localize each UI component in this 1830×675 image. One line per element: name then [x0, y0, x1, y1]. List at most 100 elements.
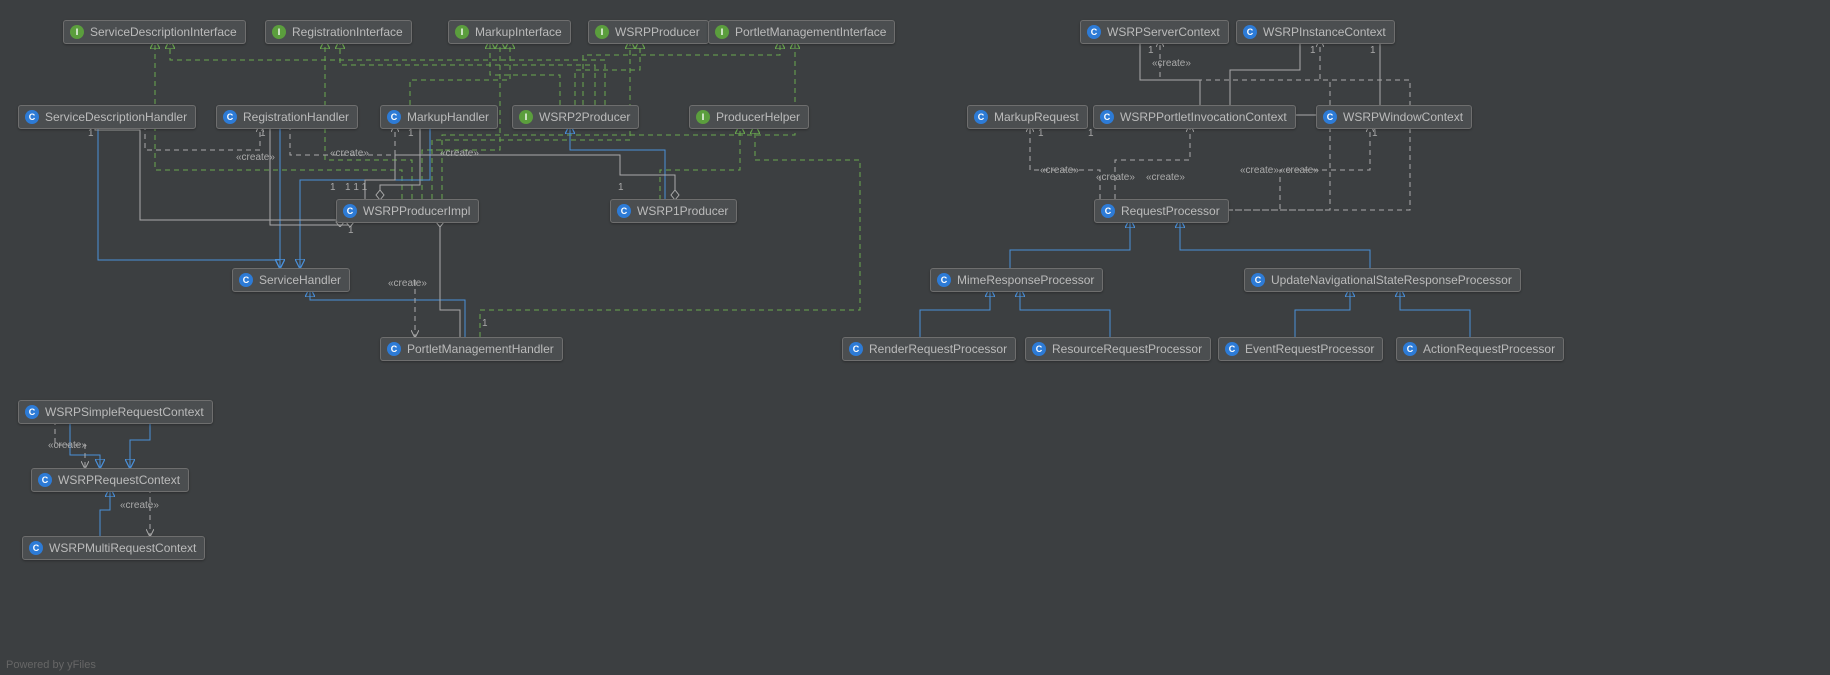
- uml-node-ri[interactable]: I RegistrationInterface: [265, 20, 412, 44]
- interface-icon: I: [715, 25, 729, 39]
- interface-icon: I: [595, 25, 609, 39]
- create-label: «create»: [1096, 172, 1135, 183]
- uml-node-w2p[interactable]: I WSRP2Producer: [512, 105, 639, 129]
- uml-node-label: MarkupInterface: [475, 25, 562, 39]
- uml-node-label: EventRequestProcessor: [1245, 342, 1374, 356]
- uml-node-wsrpp[interactable]: I WSRPProducer: [588, 20, 709, 44]
- create-label: «create»: [1146, 172, 1185, 183]
- uml-node-label: PortletManagementHandler: [407, 342, 554, 356]
- uml-node-wwc[interactable]: C WSRPWindowContext: [1316, 105, 1472, 129]
- uml-node-wpic[interactable]: C WSRPPortletInvocationContext: [1093, 105, 1296, 129]
- uml-node-label: ProducerHelper: [716, 110, 800, 124]
- uml-node-label: ResourceRequestProcessor: [1052, 342, 1202, 356]
- uml-node-wictx[interactable]: C WSRPInstanceContext: [1236, 20, 1395, 44]
- uml-node-label: RequestProcessor: [1121, 204, 1220, 218]
- class-icon: C: [25, 405, 39, 419]
- uml-node-wsctx[interactable]: CWSRPServerContext: [1080, 20, 1229, 44]
- create-label: «create»: [1152, 58, 1191, 69]
- class-icon: C: [1323, 110, 1337, 124]
- uml-node-label: WSRPRequestContext: [58, 473, 180, 487]
- uml-node-label: ServiceDescriptionInterface: [90, 25, 237, 39]
- class-icon: C: [387, 342, 401, 356]
- create-label: «create»: [1040, 165, 1079, 176]
- uml-node-wsrc[interactable]: C WSRPSimpleRequestContext: [18, 400, 213, 424]
- uml-node-mi[interactable]: I MarkupInterface: [448, 20, 571, 44]
- class-icon: C: [1225, 342, 1239, 356]
- uml-node-ph[interactable]: IProducerHelper: [689, 105, 809, 129]
- class-icon: C: [974, 110, 988, 124]
- mult-label: 1: [1148, 45, 1154, 56]
- class-icon: C: [223, 110, 237, 124]
- uml-node-sdi[interactable]: I ServiceDescriptionInterface: [63, 20, 246, 44]
- uml-node-mrp[interactable]: C MimeResponseProcessor: [930, 268, 1103, 292]
- uml-node-label: UpdateNavigationalStateResponseProcessor: [1271, 273, 1512, 287]
- uml-node-pmh[interactable]: C PortletManagementHandler: [380, 337, 563, 361]
- uml-node-unrp[interactable]: C UpdateNavigationalStateResponseProcesso…: [1244, 268, 1521, 292]
- class-icon: C: [38, 473, 52, 487]
- create-label: «create»: [236, 152, 275, 163]
- mult-label: 1: [330, 182, 336, 193]
- interface-icon: I: [455, 25, 469, 39]
- interface-icon: I: [70, 25, 84, 39]
- create-label: «create»: [388, 278, 427, 289]
- uml-node-label: MarkupHandler: [407, 110, 489, 124]
- class-icon: C: [1251, 273, 1265, 287]
- uml-node-label: WSRPMultiRequestContext: [49, 541, 196, 555]
- uml-diagram-canvas: 1 1 1 1 1 1 1 1 1 1 1 1 1 1 1 1 «create»…: [0, 0, 1830, 675]
- uml-node-wrc[interactable]: C WSRPRequestContext: [31, 468, 189, 492]
- uml-node-wpi[interactable]: CWSRPProducerImpl: [336, 199, 479, 223]
- interface-icon: I: [272, 25, 286, 39]
- uml-node-label: WSRPPortletInvocationContext: [1120, 110, 1287, 124]
- uml-node-label: ActionRequestProcessor: [1423, 342, 1555, 356]
- class-icon: C: [1403, 342, 1417, 356]
- create-label: «create»: [440, 148, 479, 159]
- uml-node-label: RegistrationInterface: [292, 25, 403, 39]
- mult-label: 1: [348, 225, 354, 236]
- uml-node-mh[interactable]: C MarkupHandler: [380, 105, 498, 129]
- mult-label: 1: [408, 128, 414, 139]
- uml-node-label: WSRP1Producer: [637, 204, 728, 218]
- uml-node-label: PortletManagementInterface: [735, 25, 886, 39]
- uml-node-label: WSRPInstanceContext: [1263, 25, 1386, 39]
- class-icon: C: [1032, 342, 1046, 356]
- uml-node-label: RenderRequestProcessor: [869, 342, 1007, 356]
- class-icon: C: [387, 110, 401, 124]
- uml-node-rp[interactable]: C RequestProcessor: [1094, 199, 1229, 223]
- class-icon: C: [937, 273, 951, 287]
- class-icon: C: [29, 541, 43, 555]
- class-icon: C: [1087, 25, 1101, 39]
- uml-node-label: MimeResponseProcessor: [957, 273, 1094, 287]
- mult-label: 1: [88, 128, 94, 139]
- uml-node-arp[interactable]: C ActionRequestProcessor: [1396, 337, 1564, 361]
- uml-node-mr[interactable]: CMarkupRequest: [967, 105, 1088, 129]
- uml-node-erp[interactable]: C EventRequestProcessor: [1218, 337, 1383, 361]
- uml-node-rrp[interactable]: C RenderRequestProcessor: [842, 337, 1016, 361]
- create-label: «create»: [1240, 165, 1279, 176]
- class-icon: C: [239, 273, 253, 287]
- uml-node-w1p[interactable]: C WSRP1Producer: [610, 199, 737, 223]
- create-label: «create»: [1280, 165, 1319, 176]
- class-icon: C: [849, 342, 863, 356]
- mult-label: 1: [618, 182, 624, 193]
- mult-label: 1: [260, 128, 266, 139]
- class-icon: C: [1243, 25, 1257, 39]
- uml-node-rh[interactable]: C RegistrationHandler: [216, 105, 358, 129]
- create-label: «create»: [330, 148, 369, 159]
- class-icon: C: [1101, 204, 1115, 218]
- class-icon: C: [1100, 110, 1114, 124]
- uml-node-label: WSRPProducer: [615, 25, 700, 39]
- create-label: «create»: [120, 500, 159, 511]
- uml-node-label: WSRP2Producer: [539, 110, 630, 124]
- uml-node-label: WSRPWindowContext: [1343, 110, 1463, 124]
- class-icon: C: [617, 204, 631, 218]
- uml-node-sh[interactable]: CServiceHandler: [232, 268, 350, 292]
- uml-node-label: ServiceDescriptionHandler: [45, 110, 187, 124]
- uml-node-label: RegistrationHandler: [243, 110, 349, 124]
- uml-node-pmi[interactable]: I PortletManagementInterface: [708, 20, 895, 44]
- uml-node-wmrc[interactable]: C WSRPMultiRequestContext: [22, 536, 205, 560]
- uml-node-label: WSRPSimpleRequestContext: [45, 405, 204, 419]
- uml-node-rerp[interactable]: C ResourceRequestProcessor: [1025, 337, 1211, 361]
- mult-label: 1: [1310, 45, 1316, 56]
- uml-node-sdh[interactable]: CServiceDescriptionHandler: [18, 105, 196, 129]
- interface-icon: I: [519, 110, 533, 124]
